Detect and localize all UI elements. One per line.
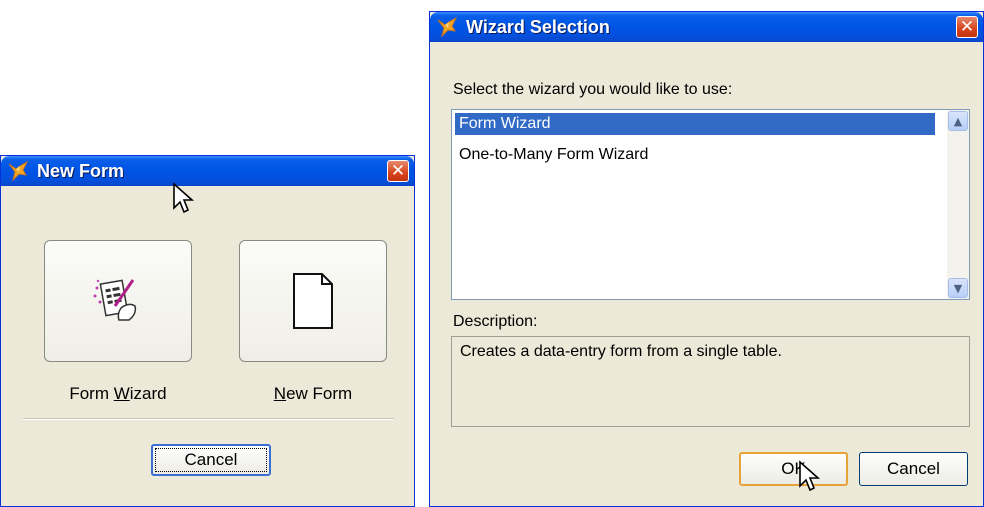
blank-document-icon bbox=[293, 273, 333, 329]
list-item[interactable]: One-to-Many Form Wizard bbox=[455, 144, 648, 166]
description-text: Creates a data-entry form from a single … bbox=[460, 343, 782, 360]
close-icon[interactable]: ✕ bbox=[387, 160, 409, 182]
scrollbar[interactable]: ▲ ▼ bbox=[947, 110, 969, 299]
new-form-dialog: New Form ✕ Form Wizard New Form Cancel bbox=[0, 155, 415, 507]
new-form-label: New Form bbox=[273, 384, 353, 403]
close-icon[interactable]: ✕ bbox=[956, 16, 978, 38]
new-form-title: New Form bbox=[37, 160, 125, 181]
mouse-cursor-icon bbox=[173, 182, 195, 214]
description-box: Creates a data-entry form from a single … bbox=[451, 336, 970, 427]
scroll-up-icon[interactable]: ▲ bbox=[948, 111, 968, 131]
form-wizard-button[interactable] bbox=[44, 240, 192, 362]
wizard-prompt: Select the wizard you would like to use: bbox=[453, 81, 733, 98]
wizard-listbox[interactable]: Form Wizard One-to-Many Form Wizard ▲ ▼ bbox=[451, 109, 970, 300]
list-item[interactable]: Form Wizard bbox=[455, 113, 935, 135]
new-form-titlebar[interactable]: New Form ✕ bbox=[1, 156, 414, 186]
ok-button[interactable]: OK bbox=[739, 452, 848, 486]
form-wizard-label: Form Wizard bbox=[69, 384, 167, 403]
wizard-titlebar[interactable]: Wizard Selection ✕ bbox=[430, 12, 983, 42]
scroll-down-icon[interactable]: ▼ bbox=[948, 278, 968, 298]
mouse-cursor-icon bbox=[799, 460, 821, 492]
new-form-button[interactable] bbox=[239, 240, 387, 362]
form-wizard-icon bbox=[93, 279, 137, 321]
wizard-title: Wizard Selection bbox=[466, 16, 610, 37]
wizard-selection-dialog: Wizard Selection ✕ Select the wizard you… bbox=[429, 11, 984, 507]
cancel-button[interactable]: Cancel bbox=[151, 444, 271, 476]
fox-icon bbox=[7, 160, 29, 182]
separator bbox=[23, 418, 394, 420]
cancel-button[interactable]: Cancel bbox=[859, 452, 968, 486]
description-label: Description: bbox=[453, 313, 538, 330]
fox-icon bbox=[436, 16, 458, 38]
